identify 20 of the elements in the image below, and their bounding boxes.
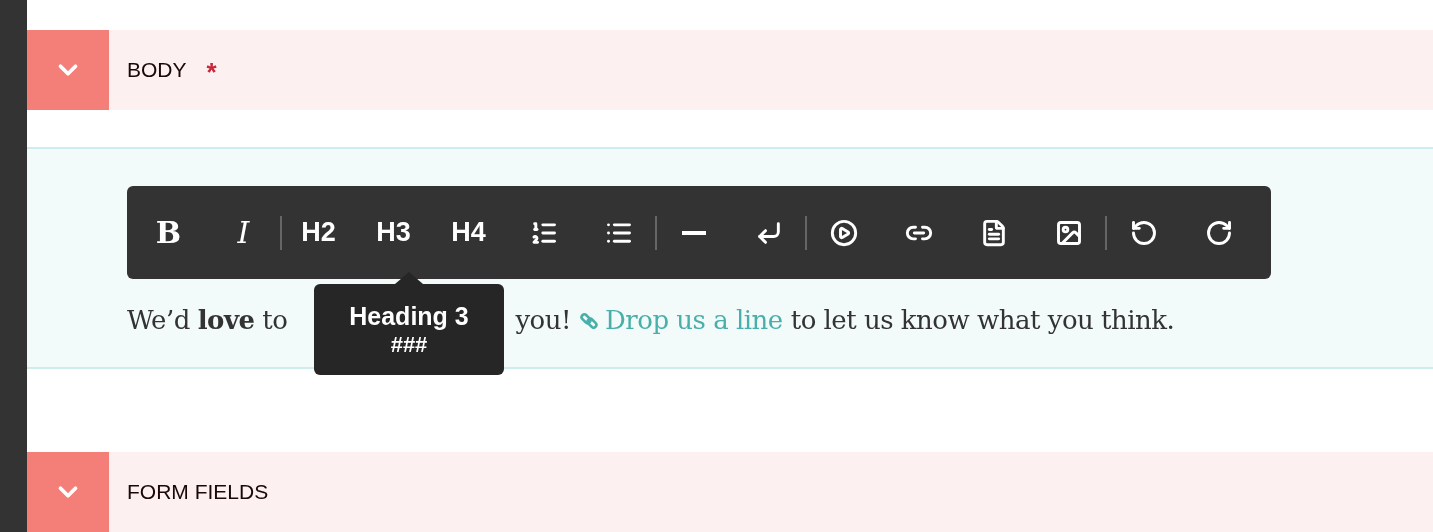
tooltip-title: Heading 3 <box>349 300 469 331</box>
heading-button[interactable]: H2 <box>281 186 356 279</box>
redo-icon <box>1204 218 1233 247</box>
section-title: BODY <box>127 57 187 84</box>
tooltip-shortcut: ### <box>390 330 428 359</box>
heading-button[interactable]: H4 <box>431 186 506 279</box>
link-icon <box>578 310 599 331</box>
bold-button[interactable]: B <box>131 186 206 279</box>
collapse-toggle[interactable] <box>27 452 109 532</box>
body-text: We’d love to <box>127 304 288 337</box>
collapse-toggle[interactable] <box>27 30 109 110</box>
heading-button[interactable]: H3 <box>356 186 431 279</box>
play-icon <box>829 218 858 247</box>
body-text: to let us know what you think. <box>790 304 1175 337</box>
body-text: you! <box>515 304 571 337</box>
section-title: FORM FIELDS <box>127 479 269 506</box>
undo-icon <box>1129 218 1158 247</box>
required-asterisk: * <box>206 59 217 85</box>
italic-button[interactable]: I <box>206 186 281 279</box>
image-icon <box>1054 218 1083 247</box>
